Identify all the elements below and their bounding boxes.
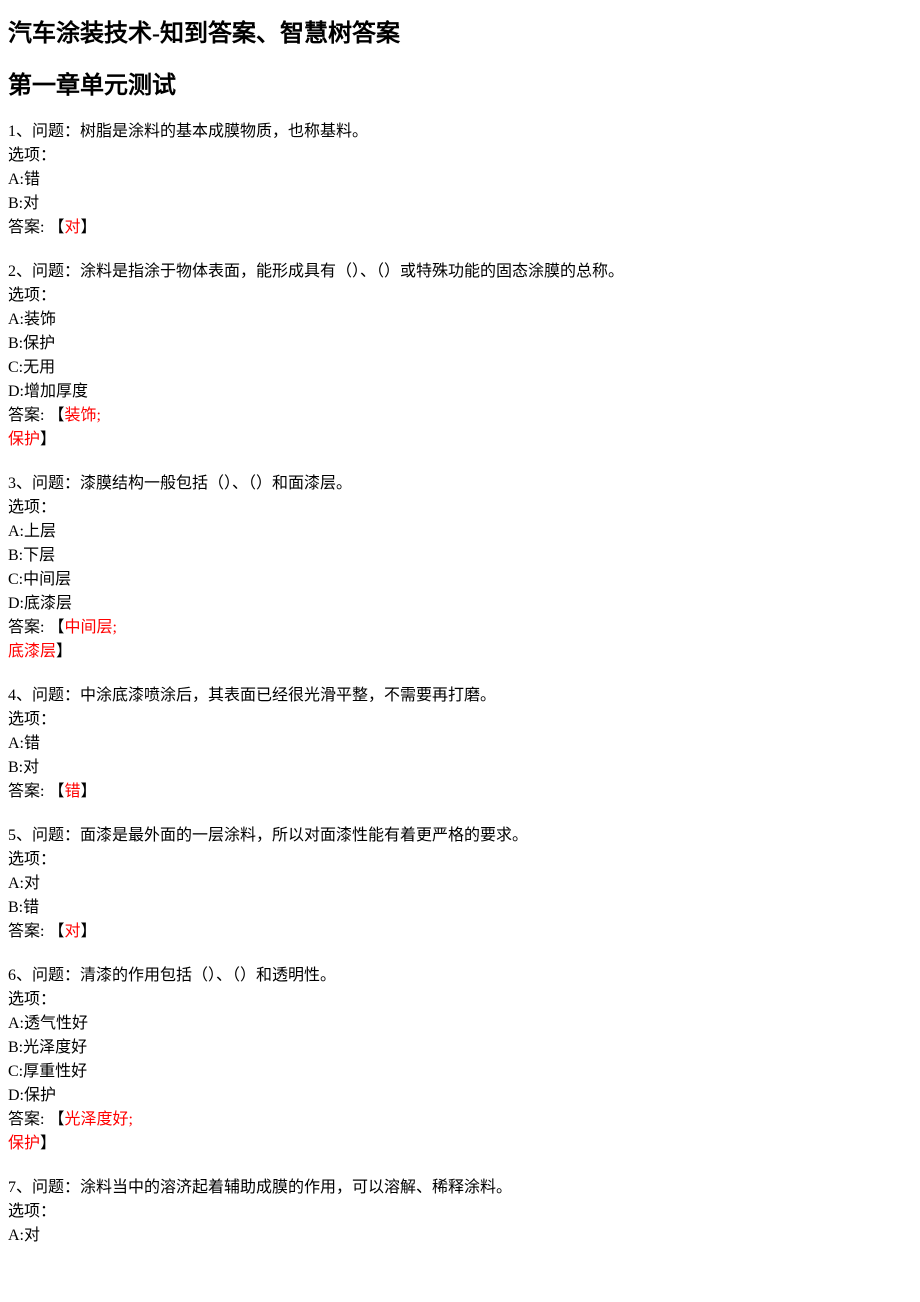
options-label: 选项： (8, 988, 912, 1012)
answer-value: 光泽度好; (64, 1111, 132, 1128)
option-item: D:增加厚度 (8, 380, 912, 404)
answer-suffix: 】 (56, 643, 72, 660)
answer-suffix: 】 (40, 431, 56, 448)
option-item: B:保护 (8, 332, 912, 356)
answer-line: 答案: 【对】 (8, 920, 912, 944)
answer-line: 答案: 【对】 (8, 216, 912, 240)
answer-value: 中间层; (64, 619, 116, 636)
options-label: 选项： (8, 848, 912, 872)
answer-value: 装饰; (64, 407, 100, 424)
answer-line: 答案: 【光泽度好; (8, 1108, 912, 1132)
answer-value: 对 (64, 219, 80, 236)
option-item: A:装饰 (8, 308, 912, 332)
question-block: 2、问题：涂料是指涂于物体表面，能形成具有（）、（）或特殊功能的固态涂膜的总称。… (8, 260, 912, 452)
option-item: C:中间层 (8, 568, 912, 592)
option-item: D:保护 (8, 1084, 912, 1108)
option-item: A:错 (8, 732, 912, 756)
options-label: 选项： (8, 708, 912, 732)
option-item: A:对 (8, 872, 912, 896)
option-item: C:无用 (8, 356, 912, 380)
option-item: A:错 (8, 168, 912, 192)
question-block: 7、问题：涂料当中的溶济起着辅助成膜的作用，可以溶解、稀释涂料。选项：A:对 (8, 1176, 912, 1248)
page-title: 汽车涂装技术-知到答案、智慧树答案 (8, 16, 912, 52)
question-block: 4、问题：中涂底漆喷涂后，其表面已经很光滑平整，不需要再打磨。选项：A:错B:对… (8, 684, 912, 804)
option-item: B:光泽度好 (8, 1036, 912, 1060)
answer-value: 对 (64, 923, 80, 940)
options-label: 选项： (8, 144, 912, 168)
answer-line: 答案: 【中间层; (8, 616, 912, 640)
question-text: 3、问题：漆膜结构一般包括（）、（）和面漆层。 (8, 472, 912, 496)
answer-value: 底漆层 (8, 643, 56, 660)
answer-line: 答案: 【错】 (8, 780, 912, 804)
answer-line: 保护】 (8, 1132, 912, 1156)
answer-prefix: 答案: 【 (8, 619, 64, 636)
question-text: 4、问题：中涂底漆喷涂后，其表面已经很光滑平整，不需要再打磨。 (8, 684, 912, 708)
question-block: 3、问题：漆膜结构一般包括（）、（）和面漆层。选项：A:上层B:下层C:中间层D… (8, 472, 912, 664)
answer-prefix: 答案: 【 (8, 1111, 64, 1128)
answer-line: 底漆层】 (8, 640, 912, 664)
option-item: B:对 (8, 192, 912, 216)
option-item: B:对 (8, 756, 912, 780)
question-text: 6、问题：清漆的作用包括（）、（）和透明性。 (8, 964, 912, 988)
options-label: 选项： (8, 496, 912, 520)
question-block: 1、问题：树脂是涂料的基本成膜物质，也称基料。选项：A:错B:对答案: 【对】 (8, 120, 912, 240)
answer-suffix: 】 (80, 923, 96, 940)
question-text: 7、问题：涂料当中的溶济起着辅助成膜的作用，可以溶解、稀释涂料。 (8, 1176, 912, 1200)
options-label: 选项： (8, 1200, 912, 1224)
option-item: A:透气性好 (8, 1012, 912, 1036)
option-item: B:错 (8, 896, 912, 920)
answer-prefix: 答案: 【 (8, 783, 64, 800)
question-block: 6、问题：清漆的作用包括（）、（）和透明性。选项：A:透气性好B:光泽度好C:厚… (8, 964, 912, 1156)
option-item: A:对 (8, 1224, 912, 1248)
question-text: 5、问题：面漆是最外面的一层涂料，所以对面漆性能有着更严格的要求。 (8, 824, 912, 848)
answer-prefix: 答案: 【 (8, 407, 64, 424)
answer-prefix: 答案: 【 (8, 219, 64, 236)
answer-line: 答案: 【装饰; (8, 404, 912, 428)
questions-container: 1、问题：树脂是涂料的基本成膜物质，也称基料。选项：A:错B:对答案: 【对】2… (8, 120, 912, 1248)
option-item: B:下层 (8, 544, 912, 568)
answer-suffix: 】 (80, 783, 96, 800)
option-item: A:上层 (8, 520, 912, 544)
options-label: 选项： (8, 284, 912, 308)
answer-value: 错 (64, 783, 80, 800)
chapter-title: 第一章单元测试 (8, 68, 912, 104)
question-text: 2、问题：涂料是指涂于物体表面，能形成具有（）、（）或特殊功能的固态涂膜的总称。 (8, 260, 912, 284)
option-item: C:厚重性好 (8, 1060, 912, 1084)
answer-prefix: 答案: 【 (8, 923, 64, 940)
option-item: D:底漆层 (8, 592, 912, 616)
question-text: 1、问题：树脂是涂料的基本成膜物质，也称基料。 (8, 120, 912, 144)
answer-value: 保护 (8, 431, 40, 448)
question-block: 5、问题：面漆是最外面的一层涂料，所以对面漆性能有着更严格的要求。选项：A:对B… (8, 824, 912, 944)
answer-suffix: 】 (80, 219, 96, 236)
answer-suffix: 】 (40, 1135, 56, 1152)
answer-line: 保护】 (8, 428, 912, 452)
answer-value: 保护 (8, 1135, 40, 1152)
